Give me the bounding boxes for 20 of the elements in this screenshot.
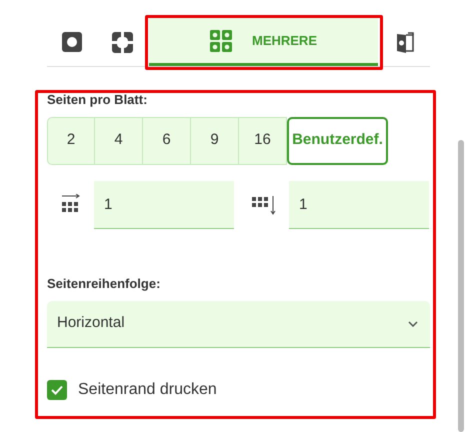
- split-page-icon: [112, 32, 132, 52]
- option-button[interactable]: Benutzerdef.: [287, 116, 388, 164]
- option-button[interactable]: 4: [95, 116, 143, 164]
- section-label: Seiten pro Blatt:: [47, 90, 148, 109]
- page-order-select[interactable]: Horizontal: [47, 300, 430, 348]
- checkbox[interactable]: [47, 380, 67, 400]
- grid-icon: [210, 30, 232, 52]
- option-button[interactable]: 2: [47, 116, 95, 164]
- booklet-icon: [396, 32, 414, 52]
- single-page-icon: [62, 32, 82, 52]
- scrollbar-thumb[interactable]: [458, 140, 464, 432]
- option-button[interactable]: 9: [191, 116, 239, 164]
- checkbox-label: Seitenrand drucken: [78, 380, 217, 400]
- chevron-down-icon: [408, 320, 418, 326]
- checkmark-icon: [51, 384, 63, 394]
- option-button[interactable]: 6: [143, 116, 191, 164]
- section-label: Seitenreihenfolge:: [47, 274, 162, 293]
- rows-field[interactable]: 1: [289, 180, 429, 228]
- option-button[interactable]: 16: [239, 116, 287, 164]
- columns-field[interactable]: 1: [94, 180, 234, 228]
